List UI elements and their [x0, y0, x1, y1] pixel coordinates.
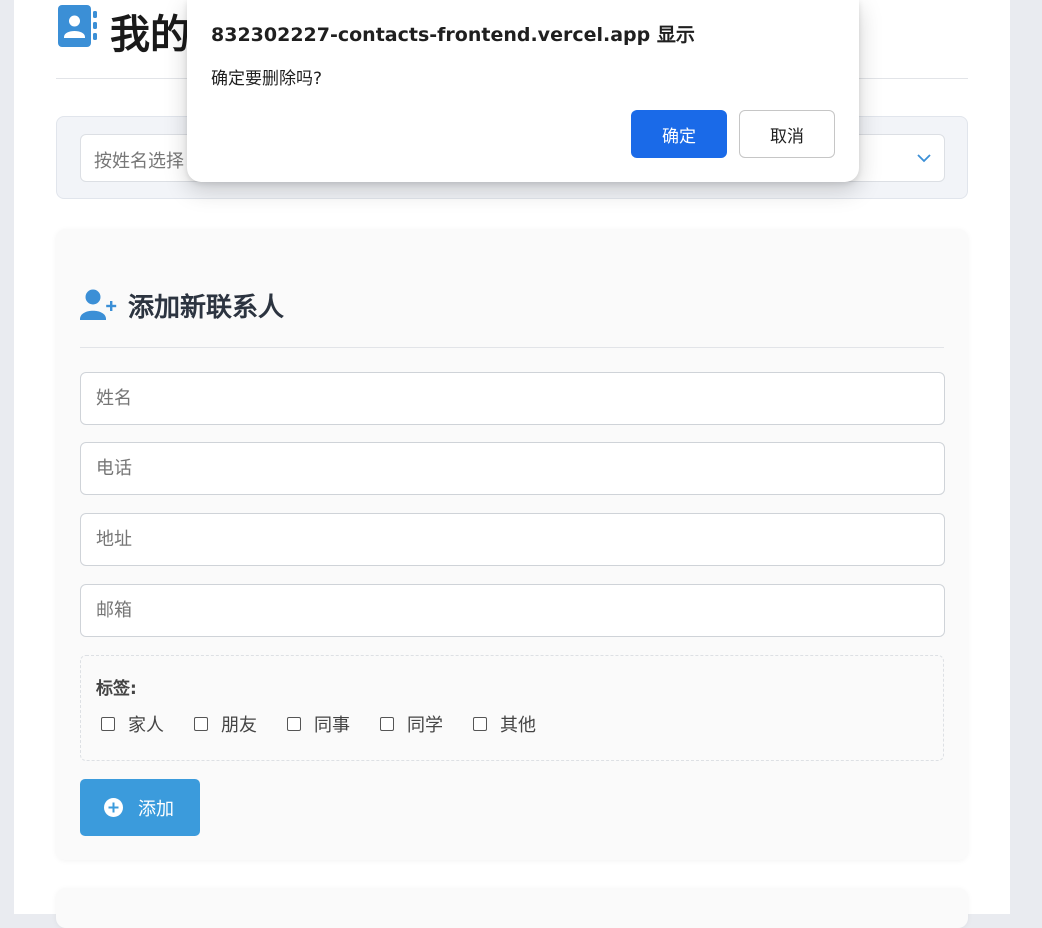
tag-label: 其他: [500, 715, 536, 736]
checkbox-icon[interactable]: [194, 717, 208, 731]
page-title: 我的: [110, 12, 190, 58]
name-input[interactable]: [80, 372, 945, 425]
checkbox-icon[interactable]: [473, 717, 487, 731]
tag-checkbox-classmate[interactable]: 同学: [380, 712, 443, 736]
chevron-down-icon: [917, 154, 931, 163]
tag-checkbox-family[interactable]: 家人: [101, 712, 164, 736]
checkbox-icon[interactable]: [287, 717, 301, 731]
tag-label: 朋友: [221, 715, 257, 736]
tag-label: 同学: [407, 715, 443, 736]
phone-input[interactable]: [80, 442, 945, 495]
address-input[interactable]: [80, 513, 945, 566]
tag-label: 家人: [128, 715, 164, 736]
add-button-label: 添加: [138, 799, 174, 820]
add-contact-header: 添加新联系人: [80, 285, 944, 348]
contact-list-card: [56, 888, 968, 928]
tags-group: 标签: 家人 朋友 同事 同学 其他: [80, 655, 944, 761]
dialog-message: 确定要删除吗?: [211, 69, 323, 89]
plus-circle-icon: [104, 798, 123, 817]
dialog-cancel-button[interactable]: 取消: [739, 110, 835, 158]
dialog-ok-button[interactable]: 确定: [631, 110, 727, 158]
tags-label: 标签:: [96, 679, 137, 699]
checkbox-icon[interactable]: [101, 717, 115, 731]
name-filter-placeholder: 按姓名选择: [94, 151, 184, 172]
tag-label: 同事: [314, 715, 350, 736]
tag-checkbox-colleague[interactable]: 同事: [287, 712, 350, 736]
tag-checkbox-friend[interactable]: 朋友: [194, 712, 257, 736]
email-input[interactable]: [80, 584, 945, 637]
dialog-origin: 832302227-contacts-frontend.vercel.app 显…: [211, 24, 695, 46]
user-plus-icon: [80, 289, 117, 320]
contact-book-icon: [58, 5, 97, 47]
add-contact-card: 添加新联系人 标签: 家人 朋友 同事 同学: [56, 229, 968, 860]
add-contact-button[interactable]: 添加: [80, 779, 200, 836]
tag-checkbox-other[interactable]: 其他: [473, 712, 536, 736]
checkbox-icon[interactable]: [380, 717, 394, 731]
add-contact-title: 添加新联系人: [128, 293, 285, 323]
confirm-dialog: 832302227-contacts-frontend.vercel.app 显…: [187, 0, 859, 182]
